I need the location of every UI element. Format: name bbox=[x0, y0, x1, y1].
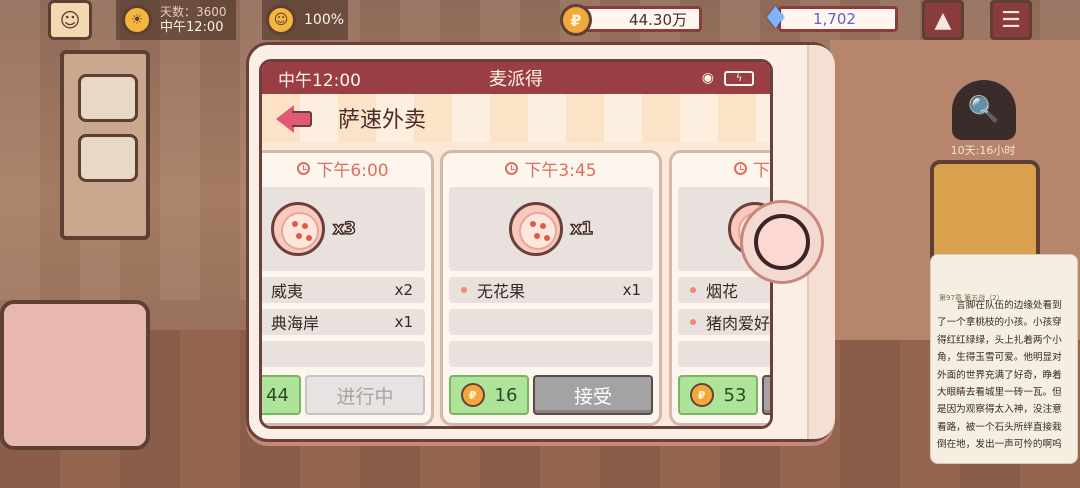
phone-home-button[interactable] bbox=[740, 200, 824, 284]
order-list[interactable]: 下午6:00 x3 威夷 x2 典海岸 x1 44 进行中 下午3:45 x1 … bbox=[262, 142, 770, 426]
reward-amount: 53 bbox=[723, 384, 747, 406]
status-time: 中午12:00 bbox=[278, 70, 361, 91]
reward-amount: 16 bbox=[494, 384, 518, 406]
accept-button[interactable] bbox=[762, 375, 770, 415]
ingredient-row: 猪肉爱好 bbox=[678, 309, 770, 335]
order-card: 下午3:45 x1 无花果 x1 ₽ 16 接受 bbox=[440, 150, 662, 426]
event-timer: 10天:16小时 bbox=[950, 144, 1016, 157]
wifi-icon: ◉ bbox=[701, 70, 714, 86]
ingredient-name: 烟花 bbox=[706, 282, 739, 301]
ingredient-name: 威夷 bbox=[271, 282, 304, 301]
clock-icon bbox=[297, 161, 311, 175]
in-progress-button[interactable]: 进行中 bbox=[305, 375, 425, 415]
diamond-icon: ♦ bbox=[762, 1, 789, 36]
reading-text: 言脚在队伍的边缘处看到了一个拿桃枝的小孩。小孩穿得红红绿绿，头上扎着两个小角，生… bbox=[937, 300, 1062, 451]
order-card: 下午6:00 x3 威夷 x2 典海岸 x1 44 进行中 bbox=[262, 150, 434, 426]
pizza-slot: x1 bbox=[449, 187, 653, 271]
time-label: 中午12:00 bbox=[160, 20, 224, 35]
page-title: 萨速外卖 bbox=[338, 108, 427, 133]
collapse-button[interactable]: ▲ bbox=[922, 0, 964, 40]
ingredient-row: 威夷 x2 bbox=[262, 277, 425, 303]
gamepad-icon bbox=[78, 74, 138, 122]
gem-amount: 1,702 bbox=[813, 10, 856, 28]
player-avatar[interactable]: ☺ bbox=[48, 0, 92, 40]
day-time-panel: ☀ 天数：3600 中午12:00 bbox=[116, 0, 236, 40]
cash-register bbox=[0, 300, 150, 450]
sun-icon: ☀ bbox=[122, 5, 152, 35]
phone-screen: 中午12:00 麦派得 ◉ ϟ 萨速外卖 下午6:00 x3 威夷 x2 典海岸… bbox=[259, 59, 773, 429]
chapter-label: 第97章 第五战（2） bbox=[939, 294, 1004, 302]
title-bar: 萨速外卖 bbox=[262, 94, 770, 142]
clock-icon bbox=[505, 161, 519, 175]
ingredient-row: 烟花 bbox=[678, 277, 770, 303]
menu-button[interactable]: ☰ bbox=[990, 0, 1032, 40]
ingredient-row bbox=[449, 309, 653, 335]
order-time: 下午3:45 bbox=[524, 160, 597, 181]
status-bar: 中午12:00 麦派得 ◉ ϟ bbox=[262, 62, 770, 94]
ingredient-count: x2 bbox=[394, 281, 413, 299]
bullet-icon bbox=[690, 287, 696, 293]
bullet-icon bbox=[461, 287, 467, 293]
game-shelf bbox=[60, 50, 150, 240]
order-time: 下午6:00 bbox=[316, 160, 389, 181]
days-label: 天数：3600 bbox=[160, 5, 227, 19]
hamburger-icon: ☰ bbox=[1001, 7, 1021, 33]
ingredient-row bbox=[678, 341, 770, 367]
chevron-up-icon: ▲ bbox=[934, 7, 952, 33]
mood-panel: ☺ 100% bbox=[262, 0, 348, 40]
accept-button[interactable]: 接受 bbox=[533, 375, 653, 415]
back-button[interactable] bbox=[276, 103, 316, 133]
app-name: 麦派得 bbox=[489, 69, 543, 90]
pizza-icon bbox=[508, 202, 563, 256]
ingredient-row bbox=[262, 341, 425, 367]
pizza-quantity: x1 bbox=[570, 218, 594, 240]
ingredient-count: x1 bbox=[622, 281, 641, 299]
bullet-icon bbox=[690, 319, 696, 325]
reward-badge: 44 bbox=[262, 375, 301, 415]
detective-icon[interactable]: 🔍 bbox=[952, 80, 1016, 140]
reading-panel[interactable]: 第97章 第五战（2） 言脚在队伍的边缘处看到了一个拿桃枝的小孩。小孩穿得红红绿… bbox=[930, 254, 1078, 464]
ingredient-name: 无花果 bbox=[477, 282, 526, 301]
ingredient-row bbox=[449, 341, 653, 367]
mood-percent: 100% bbox=[304, 12, 345, 28]
home-circle-icon bbox=[754, 214, 810, 270]
coin-icon: ₽ bbox=[689, 383, 714, 407]
smiley-icon: ☺ bbox=[266, 5, 296, 35]
gamepad-icon bbox=[78, 134, 138, 182]
order-card: 下 烟花 猪肉爱好 ₽ 53 bbox=[669, 150, 770, 426]
ingredient-count: x1 bbox=[394, 313, 413, 331]
clock-icon bbox=[734, 161, 747, 175]
reward-badge: ₽ 16 bbox=[449, 375, 529, 415]
ingredient-row: 典海岸 x1 bbox=[262, 309, 425, 335]
coin-counter[interactable]: ₽ 44.30万 bbox=[560, 2, 702, 36]
ingredient-name: 猪肉爱好 bbox=[706, 314, 770, 333]
pizza-slot: x3 bbox=[262, 187, 425, 271]
pizza-quantity: x3 bbox=[332, 218, 356, 240]
coin-amount: 44.30万 bbox=[629, 10, 687, 29]
reward-badge: ₽ 53 bbox=[678, 375, 758, 415]
coin-icon: ₽ bbox=[460, 383, 485, 407]
order-time: 下 bbox=[753, 160, 770, 181]
ingredient-name: 典海岸 bbox=[271, 314, 320, 333]
pizza-icon bbox=[271, 202, 325, 256]
coin-icon: ₽ bbox=[560, 4, 592, 36]
ingredient-row: 无花果 x1 bbox=[449, 277, 653, 303]
reward-amount: 44 bbox=[266, 384, 289, 406]
gem-counter[interactable]: ♦ 1,702 bbox=[762, 2, 898, 36]
battery-icon: ϟ bbox=[724, 70, 754, 86]
